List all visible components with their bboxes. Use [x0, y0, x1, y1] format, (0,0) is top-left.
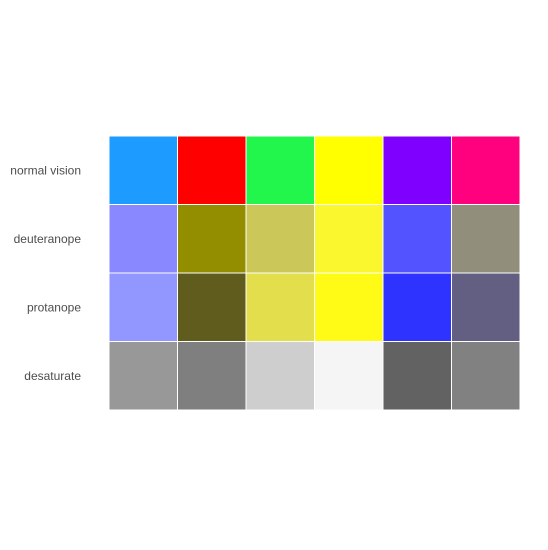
- swatch-cell-r3-c2: [245, 341, 315, 411]
- row-label-deuteranope: deuteranope: [14, 232, 82, 246]
- row-labels: normal vision deuteranope protanope desatur…: [10, 163, 81, 383]
- swatch-cell-r3-c0: [108, 341, 178, 411]
- swatch-cell-r2-c3: [314, 272, 384, 342]
- swatch-cell-r2-c2: [245, 272, 315, 342]
- swatch-grid: [108, 135, 521, 411]
- swatch-cell-r3-c4: [382, 341, 452, 411]
- row-label-desaturate: desaturate: [24, 369, 81, 383]
- swatch-cell-r2-c5: [451, 272, 521, 342]
- swatch-cell-r0-c3: [314, 135, 384, 205]
- color-swatch-chart: normal vision deuteranope protanope desatur…: [10, 135, 521, 411]
- swatch-cell-r1-c0: [108, 204, 178, 274]
- swatch-cell-r0-c4: [382, 135, 452, 205]
- swatch-cell-r1-c5: [451, 204, 521, 274]
- swatch-cell-r0-c2: [245, 135, 315, 205]
- swatch-cell-r0-c0: [108, 135, 178, 205]
- swatch-cell-r1-c2: [245, 204, 315, 274]
- row-label-protanope: protanope: [27, 300, 81, 314]
- swatch-cell-r0-c5: [451, 135, 521, 205]
- swatch-cell-r2-c4: [382, 272, 452, 342]
- swatch-cell-r3-c1: [177, 341, 247, 411]
- swatch-cell-r1-c4: [382, 204, 452, 274]
- swatch-cell-r1-c3: [314, 204, 384, 274]
- swatch-cell-r2-c1: [177, 272, 247, 342]
- swatch-cell-r3-c5: [451, 341, 521, 411]
- swatch-cell-r0-c1: [177, 135, 247, 205]
- swatch-cell-r1-c1: [177, 204, 247, 274]
- swatch-cell-r2-c0: [108, 272, 178, 342]
- row-label-normal-vision: normal vision: [10, 163, 81, 177]
- swatch-cell-r3-c3: [314, 341, 384, 411]
